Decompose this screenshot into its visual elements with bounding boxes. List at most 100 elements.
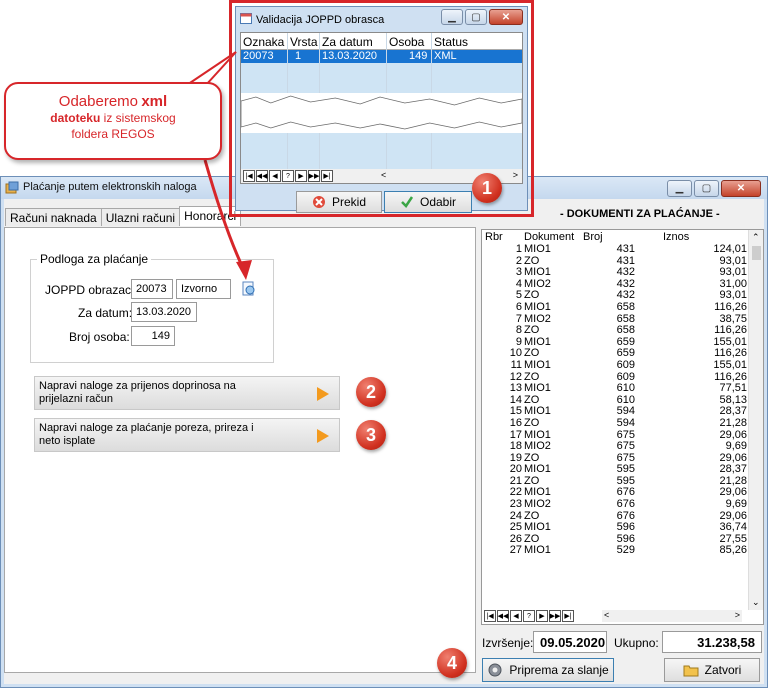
nav-prev-icon[interactable]: ◀: [510, 610, 522, 622]
grid-horizontal-scrollbar[interactable]: < >: [602, 610, 742, 622]
nav-prev-page-icon[interactable]: ◀◀: [497, 610, 509, 622]
scroll-up-icon[interactable]: ⌃: [752, 232, 760, 243]
scroll-right-icon[interactable]: >: [735, 610, 740, 620]
nav-prev-icon[interactable]: ◀: [269, 170, 281, 182]
nav-last-icon[interactable]: ▶|: [321, 170, 333, 182]
scroll-left-icon[interactable]: <: [604, 610, 609, 620]
popup-minimize-button[interactable]: ▁: [441, 9, 463, 25]
maximize-button[interactable]: ▢: [694, 180, 719, 197]
play-icon: [317, 429, 329, 443]
cell-rbr: 11: [510, 358, 522, 371]
minimize-button[interactable]: ▁: [667, 180, 692, 197]
cancel-icon: [312, 196, 325, 208]
nav-next-page-icon[interactable]: ▶▶: [549, 610, 561, 622]
table-row[interactable]: 15 MIO1 594 28,37: [482, 406, 750, 418]
table-row[interactable]: 3 MIO1 432 93,01: [482, 267, 750, 279]
table-row[interactable]: 21 ZO 595 21,28: [482, 475, 750, 488]
table-row[interactable]: 11 MIO1 609 155,01: [482, 358, 750, 372]
action-btn-1-label: Napravi naloge za prijenos doprinosa na …: [39, 380, 236, 405]
joppd-number-field[interactable]: 20073: [131, 279, 173, 299]
joppd-type-field[interactable]: Izvorno: [176, 279, 231, 299]
table-row[interactable]: 6 MIO1 658 116,26: [482, 301, 750, 314]
table-row[interactable]: 27 MIO1 529 85,26: [482, 545, 750, 557]
scroll-thumb[interactable]: [752, 246, 761, 260]
popup-cancel-button[interactable]: Prekid: [296, 191, 382, 213]
play-icon: [317, 387, 329, 401]
callout-line2-bold: datoteku: [50, 111, 101, 125]
table-row[interactable]: 22 MIO1 676 29,06: [482, 487, 750, 499]
popup-select-button[interactable]: Odabir: [384, 191, 472, 213]
row-status: XML: [434, 50, 457, 62]
table-row[interactable]: 26 ZO 596 27,55: [482, 533, 750, 546]
popup-grid[interactable]: Oznaka Vrsta Za datum Osoba Status 20073…: [240, 32, 523, 184]
grid-vertical-scrollbar[interactable]: ⌃ ⌄: [748, 230, 763, 610]
close-icon: ✕: [501, 11, 511, 23]
nav-next-page-icon[interactable]: ▶▶: [308, 170, 320, 182]
cell-broj: 609: [616, 358, 635, 371]
ukupno-field: 31.238,58: [662, 631, 762, 653]
minimize-icon: ▁: [448, 11, 456, 23]
table-row[interactable]: 14 ZO 610 58,13: [482, 394, 750, 407]
persons-label: Broj osoba:: [69, 330, 130, 344]
cell-broj: 676: [616, 498, 635, 511]
scroll-down-icon[interactable]: ⌄: [752, 597, 760, 608]
popup-maximize-button[interactable]: ▢: [465, 9, 487, 25]
nav-first-icon[interactable]: |◀: [243, 170, 255, 182]
popup-selected-row[interactable]: 20073 1 13.03.2020 149 XML: [241, 50, 522, 63]
nav-next-icon[interactable]: ▶: [295, 170, 307, 182]
table-row[interactable]: 12 ZO 609 116,26: [482, 371, 750, 384]
table-row[interactable]: 23 MIO2 676 9,69: [482, 498, 750, 511]
popup-close-button[interactable]: ✕: [489, 9, 523, 25]
header-rbr: Rbr: [485, 231, 503, 243]
cell-iznos: 124,01: [713, 243, 747, 255]
cell-dokument: MIO1: [524, 243, 551, 255]
create-tax-orders-button[interactable]: Napravi naloge za plaćanje poreza, prire…: [34, 418, 340, 452]
browse-file-icon[interactable]: [241, 281, 257, 297]
nav-next-icon[interactable]: ▶: [536, 610, 548, 622]
create-contribution-orders-button[interactable]: Napravi naloge za prijenos doprinosa na …: [34, 376, 340, 410]
table-row[interactable]: 5 ZO 432 93,01: [482, 290, 750, 302]
table-row[interactable]: 17 MIO1 675 29,06: [482, 429, 750, 442]
cell-iznos: 77,51: [719, 382, 747, 395]
table-row[interactable]: 1 MIO1 431 124,01: [482, 243, 750, 256]
table-row[interactable]: 13 MIO1 610 77,51: [482, 383, 750, 395]
nav-first-icon[interactable]: |◀: [484, 610, 496, 622]
popup-grid-header: Oznaka Vrsta Za datum Osoba Status: [241, 33, 522, 50]
nav-goto-icon[interactable]: ?: [282, 170, 294, 182]
table-row[interactable]: 4 MIO2 432 31,00: [482, 278, 750, 291]
prepare-for-send-button[interactable]: Priprema za slanje: [482, 658, 614, 682]
callout-line2: iz sistemskog: [103, 111, 176, 125]
table-row[interactable]: 25 MIO1 596 36,74: [482, 522, 750, 534]
close-button[interactable]: ✕: [721, 180, 761, 197]
table-row[interactable]: 20 MIO1 595 28,37: [482, 464, 750, 476]
table-row[interactable]: 16 ZO 594 21,28: [482, 416, 750, 430]
close-main-button[interactable]: Zatvori: [664, 658, 760, 682]
scroll-left-icon[interactable]: <: [381, 170, 386, 180]
table-row[interactable]: 8 ZO 658 116,26: [482, 325, 750, 337]
tab-racuni-naknada[interactable]: Računi naknada: [5, 208, 102, 226]
table-row[interactable]: 9 MIO1 659 155,01: [482, 336, 750, 349]
table-row[interactable]: 7 MIO2 658 38,75: [482, 313, 750, 326]
table-row[interactable]: 18 MIO2 675 9,69: [482, 440, 750, 453]
nav-prev-page-icon[interactable]: ◀◀: [256, 170, 268, 182]
persons-field[interactable]: 149: [131, 326, 175, 346]
cell-dokument: ZO: [524, 416, 540, 429]
scroll-right-icon[interactable]: >: [513, 170, 518, 180]
callout-line1-bold: xml: [141, 93, 168, 110]
table-row[interactable]: 24 ZO 676 29,06: [482, 510, 750, 523]
table-row[interactable]: 2 ZO 431 93,01: [482, 255, 750, 268]
documents-grid[interactable]: Rbr Dokument Broj Iznos 1 MIO1 431 124,01 2 Z…: [481, 229, 764, 625]
row-vrsta: 1: [295, 50, 302, 62]
table-row[interactable]: 19 ZO 675 29,06: [482, 452, 750, 465]
nav-last-icon[interactable]: ▶|: [562, 610, 574, 622]
cell-rbr: 8: [515, 324, 522, 337]
date-field[interactable]: 13.03.2020: [131, 302, 197, 322]
row-za-datum: 13.03.2020: [322, 50, 378, 62]
izvrsenje-date-field[interactable]: 09.05.2020: [533, 631, 607, 653]
grid-header: Rbr Dokument Broj Iznos: [482, 230, 763, 244]
tab-ulazni-racuni[interactable]: Ulazni računi: [100, 208, 181, 226]
nav-goto-icon[interactable]: ?: [523, 610, 535, 622]
tab-strip: Računi naknada Ulazni računi Honorarci: [5, 206, 242, 226]
popup-title: Validacija JOPPD obrasca: [256, 14, 385, 26]
table-row[interactable]: 10 ZO 659 116,26: [482, 348, 750, 360]
